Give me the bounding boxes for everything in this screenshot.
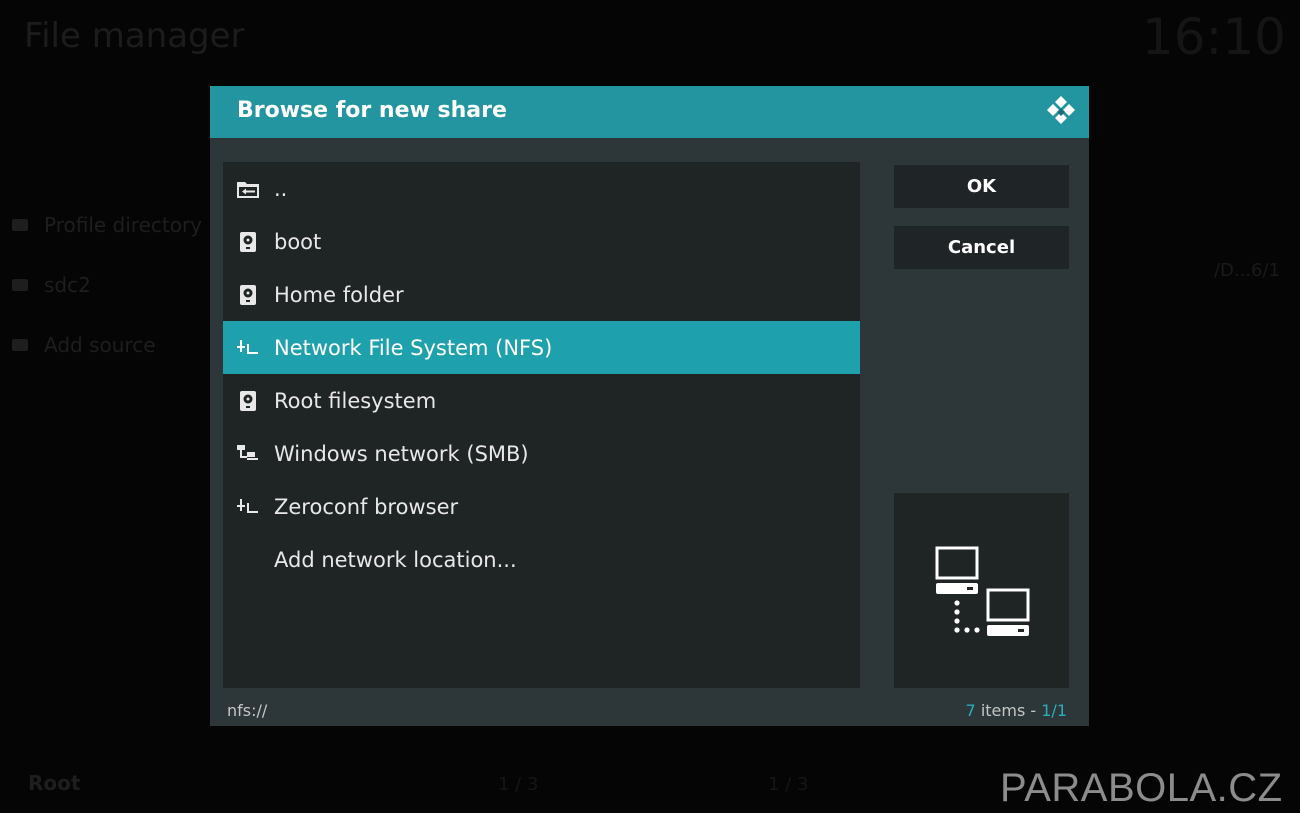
list-item-label: Add source xyxy=(44,333,156,357)
ok-button[interactable]: OK xyxy=(894,165,1069,208)
kodi-logo-icon xyxy=(1047,96,1075,124)
list-item-label: sdc2 xyxy=(44,273,91,297)
cancel-button[interactable]: Cancel xyxy=(894,226,1069,269)
list-item-label: Zeroconf browser xyxy=(274,494,459,519)
list-item-boot[interactable]: boot xyxy=(223,215,860,268)
list-item-label: Home folder xyxy=(274,282,404,307)
list-item-label: Root filesystem xyxy=(274,388,437,413)
list-item-label: Add network location... xyxy=(274,547,517,572)
clock: 16:10 xyxy=(1141,8,1286,66)
list-item-home-folder[interactable]: Home folder xyxy=(223,268,860,321)
page-indicator: 1/1 xyxy=(1041,701,1067,720)
list-item-label: boot xyxy=(274,229,322,254)
dialog-title: Browse for new share xyxy=(237,98,507,123)
file-list: .. boot Home folder Network File System … xyxy=(223,162,860,688)
item-count-number: 7 xyxy=(965,701,976,720)
list-item-nfs[interactable]: Network File System (NFS) xyxy=(223,321,860,374)
page-counter: 1 / 3 xyxy=(768,774,809,795)
dialog-header: Browse for new share xyxy=(210,86,1089,138)
background-source-list: Profile directory sdc2 Add source xyxy=(12,195,202,375)
list-item-label: .. xyxy=(274,176,288,201)
breadcrumb: Root xyxy=(28,771,81,795)
hard-drive-icon xyxy=(235,230,261,254)
network-icon xyxy=(235,442,261,466)
current-path: nfs:// xyxy=(227,701,268,720)
hard-drive-icon xyxy=(235,389,261,413)
item-count: 7 items - 1/1 xyxy=(966,701,1067,720)
list-item-parent[interactable]: .. xyxy=(223,162,860,215)
list-item-label: Network File System (NFS) xyxy=(274,335,553,360)
folder-icon xyxy=(12,279,28,291)
network-icon xyxy=(235,336,261,360)
network-icon xyxy=(235,495,261,519)
list-item[interactable]: Add source xyxy=(12,315,202,375)
folder-back-icon xyxy=(235,177,261,201)
preview-panel xyxy=(894,493,1069,688)
list-item-zeroconf[interactable]: Zeroconf browser xyxy=(223,480,860,533)
list-item-label: Profile directory xyxy=(44,213,203,237)
list-item-smb[interactable]: Windows network (SMB) xyxy=(223,427,860,480)
list-item[interactable]: Profile directory xyxy=(12,195,202,255)
page-title: File manager xyxy=(24,16,245,56)
item-count-text: items - xyxy=(980,701,1037,720)
list-item-root-filesystem[interactable]: Root filesystem xyxy=(223,374,860,427)
network-computers-icon xyxy=(935,546,1029,636)
page-counter: 1 / 3 xyxy=(498,774,539,795)
background-path-text: /D...6/1 xyxy=(1213,260,1280,281)
list-item-label: Windows network (SMB) xyxy=(274,441,529,466)
hard-drive-icon xyxy=(235,283,261,307)
folder-icon xyxy=(12,219,28,231)
watermark-text: PARABOLA.CZ xyxy=(1000,766,1283,810)
folder-icon xyxy=(12,339,28,351)
browse-dialog: Browse for new share .. boot Home folder… xyxy=(210,86,1089,726)
list-item-add-network-location[interactable]: Add network location... xyxy=(223,533,860,586)
list-item[interactable]: sdc2 xyxy=(12,255,202,315)
